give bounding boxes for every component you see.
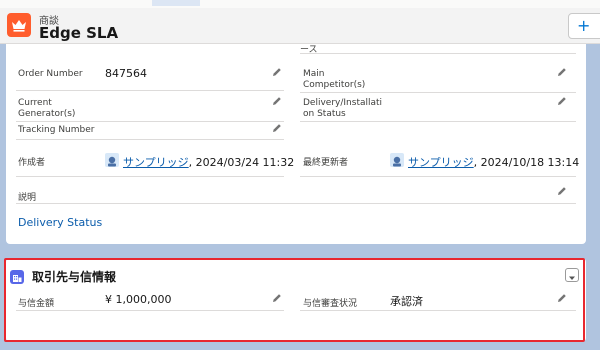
main-competitor-label: Main Competitor(s) xyxy=(303,69,365,91)
modified-by-date: , 2024/10/18 13:14 xyxy=(473,156,580,169)
divider xyxy=(16,90,284,91)
last-modified-by-label: 最終更新者 xyxy=(303,158,349,168)
delivery-installation-status-label: Delivery/Installati on Status xyxy=(303,98,382,120)
divider xyxy=(16,139,284,140)
label-line: Delivery/Installati xyxy=(303,98,383,108)
current-generator-label: Current Generator(s) xyxy=(18,98,75,120)
label-line: Generator(s) xyxy=(18,109,76,119)
last-modified-by-value: サンプリッジ, 2024/10/18 13:14 xyxy=(408,154,579,170)
tracking-number-label: Tracking Number xyxy=(18,125,95,135)
chevron-down-icon[interactable] xyxy=(565,268,579,282)
edit-pencil-icon[interactable] xyxy=(272,96,282,106)
credit-section-title: 取引先与信情報 xyxy=(32,270,117,284)
account-credit-icon xyxy=(10,270,24,284)
delivery-status-link[interactable]: Delivery Status xyxy=(18,216,102,229)
label-line: Competitor(s) xyxy=(303,80,366,90)
order-number-value: 847564 xyxy=(105,67,147,80)
top-strip xyxy=(0,0,600,8)
order-number-label: Order Number xyxy=(18,69,83,79)
edit-pencil-icon[interactable] xyxy=(557,293,567,303)
credit-review-status-value: 承認済 xyxy=(390,295,423,308)
label-line: on Status xyxy=(303,109,346,119)
divider xyxy=(16,310,284,311)
divider xyxy=(16,121,284,122)
edit-pencil-icon[interactable] xyxy=(272,67,282,77)
created-by-label: 作成者 xyxy=(18,158,46,168)
divider xyxy=(300,176,576,177)
created-by-user-link[interactable]: サンプリッジ xyxy=(123,156,189,169)
created-by-date: , 2024/03/24 11:32 xyxy=(188,156,295,169)
user-avatar-icon xyxy=(105,153,119,167)
new-button[interactable]: + xyxy=(568,13,600,39)
divider xyxy=(300,121,576,122)
credit-review-status-label: 与信審査状況 xyxy=(303,299,358,309)
label-line: Main xyxy=(303,69,325,79)
divider xyxy=(300,310,576,311)
edit-pencil-icon[interactable] xyxy=(557,67,567,77)
record-header: 商談 Edge SLA + xyxy=(0,8,600,44)
crown-icon xyxy=(7,13,31,37)
divider xyxy=(300,53,576,54)
user-avatar-icon xyxy=(390,153,404,167)
credit-amount-value: ¥ 1,000,000 xyxy=(105,293,172,306)
edit-pencil-icon[interactable] xyxy=(272,293,282,303)
divider xyxy=(16,203,576,204)
edit-pencil-icon[interactable] xyxy=(557,186,567,196)
created-by-value: サンプリッジ, 2024/03/24 11:32 xyxy=(123,154,294,170)
divider xyxy=(16,176,284,177)
credit-amount-label: 与信金額 xyxy=(18,299,55,309)
divider xyxy=(300,92,576,93)
edit-pencil-icon[interactable] xyxy=(557,96,567,106)
browser-tab[interactable] xyxy=(152,0,200,6)
details-card xyxy=(6,44,586,244)
edit-pencil-icon[interactable] xyxy=(272,123,282,133)
label-line: Current xyxy=(18,98,52,108)
description-label: 説明 xyxy=(18,193,37,203)
modified-by-user-link[interactable]: サンプリッジ xyxy=(408,156,474,169)
record-title: Edge SLA xyxy=(39,24,119,42)
